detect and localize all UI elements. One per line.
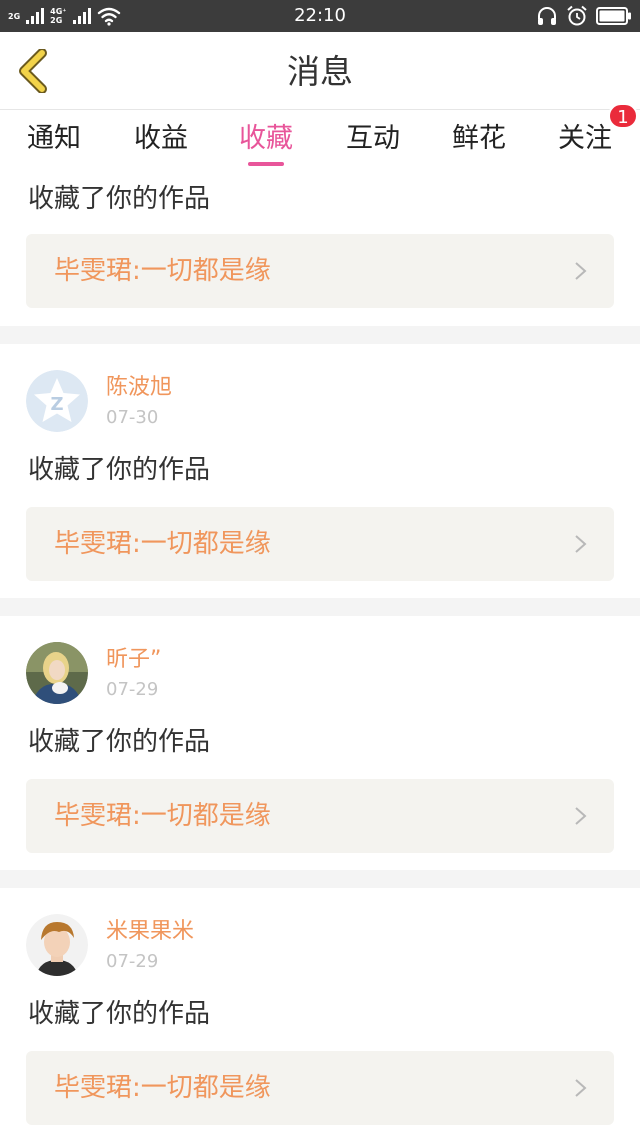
user-photo-icon <box>26 642 88 704</box>
user-name[interactable]: 米果果米 <box>106 918 194 946</box>
action-text: 收藏了你的作品 <box>28 455 211 485</box>
tab-favorites[interactable]: 收藏 <box>221 122 311 156</box>
message-date: 07-29 <box>106 679 159 700</box>
follow-unread-badge: 1 <box>608 103 638 129</box>
message-date: 07-29 <box>106 951 159 972</box>
work-title: 毕雯珺:一切都是缘 <box>54 801 271 831</box>
list-item: 收藏了你的作品 毕雯珺:一切都是缘 <box>0 174 640 326</box>
user-row: 昕子” 07-29 <box>26 640 586 704</box>
battery-icon <box>596 7 631 25</box>
title-bar: 消息 <box>0 32 640 110</box>
work-title: 毕雯珺:一切都是缘 <box>54 256 271 286</box>
user-row: 米果果米 07-29 <box>26 912 586 976</box>
tab-interaction[interactable]: 互动 <box>328 122 418 156</box>
chevron-right-icon <box>575 807 587 825</box>
tab-notification[interactable]: 通知 <box>9 122 99 156</box>
avatar[interactable]: Z <box>26 370 88 432</box>
work-link[interactable]: 毕雯珺:一切都是缘 <box>26 1051 614 1125</box>
user-photo-icon <box>26 914 88 976</box>
user-name[interactable]: 陈波旭 <box>106 374 172 402</box>
avatar[interactable] <box>26 642 88 704</box>
page-title: 消息 <box>287 52 353 91</box>
user-row: Z 陈波旭 07-30 <box>26 368 586 432</box>
list-item: Z 陈波旭 07-30 收藏了你的作品 毕雯珺:一切都是缘 <box>0 344 640 598</box>
active-tab-indicator <box>248 162 284 166</box>
tab-earnings[interactable]: 收益 <box>116 122 206 156</box>
chevron-right-icon <box>575 262 587 280</box>
headphones-icon <box>538 7 556 25</box>
status-icons-right <box>536 4 632 28</box>
default-star-avatar-icon: Z <box>26 370 88 432</box>
chevron-right-icon <box>575 1079 587 1097</box>
message-list: 收藏了你的作品 毕雯珺:一切都是缘 Z 陈波旭 07-30 收藏了你的作品 毕雯… <box>0 174 640 1138</box>
work-title: 毕雯珺:一切都是缘 <box>54 529 271 559</box>
status-bar: 2G 4G⁺ 2G 22:10 <box>0 0 640 32</box>
list-item: 米果果米 07-29 收藏了你的作品 毕雯珺:一切都是缘 <box>0 888 640 1138</box>
message-tabs: 通知 收益 收藏 互动 鲜花 关注 <box>0 110 640 174</box>
tab-flowers[interactable]: 鲜花 <box>434 122 524 156</box>
avatar[interactable] <box>26 914 88 976</box>
work-link[interactable]: 毕雯珺:一切都是缘 <box>26 507 614 581</box>
list-item: 昕子” 07-29 收藏了你的作品 毕雯珺:一切都是缘 <box>0 616 640 870</box>
work-link[interactable]: 毕雯珺:一切都是缘 <box>26 779 614 853</box>
action-text: 收藏了你的作品 <box>28 184 211 214</box>
svg-text:Z: Z <box>50 394 63 415</box>
action-text: 收藏了你的作品 <box>28 999 211 1029</box>
action-text: 收藏了你的作品 <box>28 727 211 757</box>
work-title: 毕雯珺:一切都是缘 <box>54 1073 271 1103</box>
alarm-clock-icon <box>567 5 587 26</box>
user-name[interactable]: 昕子” <box>106 646 161 674</box>
message-date: 07-30 <box>106 407 159 428</box>
chevron-right-icon <box>575 535 587 553</box>
work-link[interactable]: 毕雯珺:一切都是缘 <box>26 234 614 308</box>
